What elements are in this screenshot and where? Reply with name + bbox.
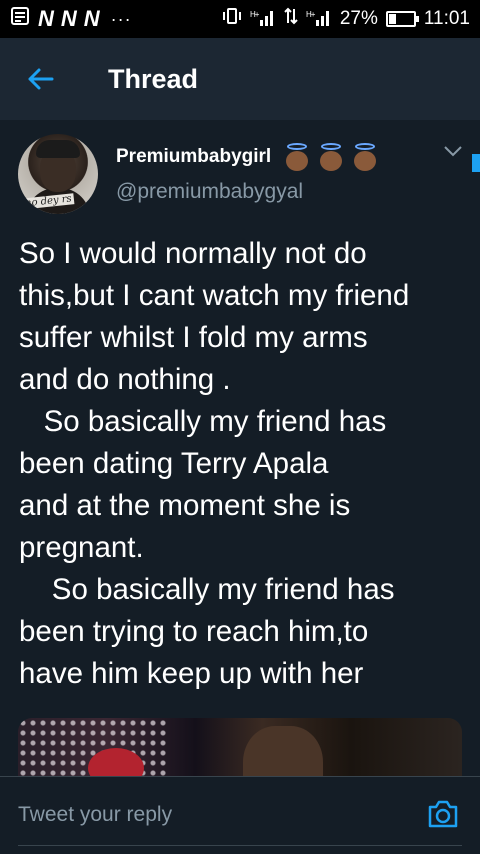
username[interactable]: @premiumbabygyal: [116, 180, 303, 204]
arrow-left-icon: [28, 68, 54, 90]
app-header: Thread: [0, 38, 480, 120]
divider: [18, 845, 462, 846]
n-app-icon: N: [60, 6, 77, 31]
angel-emoji-icon: [282, 142, 312, 172]
reply-input[interactable]: Tweet your reply: [18, 803, 172, 827]
vibrate-icon: [222, 7, 242, 31]
data-transfer-icon: [284, 7, 298, 31]
back-button[interactable]: [0, 38, 80, 120]
scroll-indicator: [472, 154, 480, 172]
signal-2-label: H+: [306, 10, 316, 19]
status-right: H+ H+ 27% 11:01: [222, 7, 470, 31]
page-title: Thread: [108, 63, 199, 94]
tweet-media-image[interactable]: [18, 718, 462, 776]
angel-emoji-icon: [316, 142, 346, 172]
battery-percent: 27%: [339, 8, 378, 29]
camera-icon: [428, 800, 458, 828]
signal-icon: H+: [250, 8, 276, 31]
notification-icon: [10, 6, 30, 32]
camera-button[interactable]: [426, 799, 460, 834]
clock: 11:01: [423, 8, 470, 29]
avatar[interactable]: mo dey rs: [18, 134, 98, 214]
angel-emojis: [282, 142, 380, 172]
display-name[interactable]: Premiumbabygirl: [116, 146, 271, 168]
tweet-menu-button[interactable]: [442, 144, 464, 163]
n-app-icon: N: [83, 6, 100, 31]
n-app-icon: N: [38, 6, 54, 31]
battery-icon: [385, 11, 419, 27]
status-left: N N N ···: [10, 6, 132, 32]
reply-bar: Tweet your reply: [0, 776, 480, 854]
tweet: mo dey rs Premiumbabygirl @premiumbabygy…: [0, 120, 480, 776]
tweet-text: So I would normally not do this,but I ca…: [19, 237, 410, 690]
angel-emoji-icon: [350, 142, 380, 172]
signal-icon: H+: [306, 8, 332, 31]
signal-1-label: H+: [250, 10, 260, 19]
overflow-icon: ···: [110, 8, 132, 29]
chevron-down-icon: [444, 146, 462, 157]
status-bar: N N N ··· H+ H+ 27% 11:01: [0, 0, 480, 38]
